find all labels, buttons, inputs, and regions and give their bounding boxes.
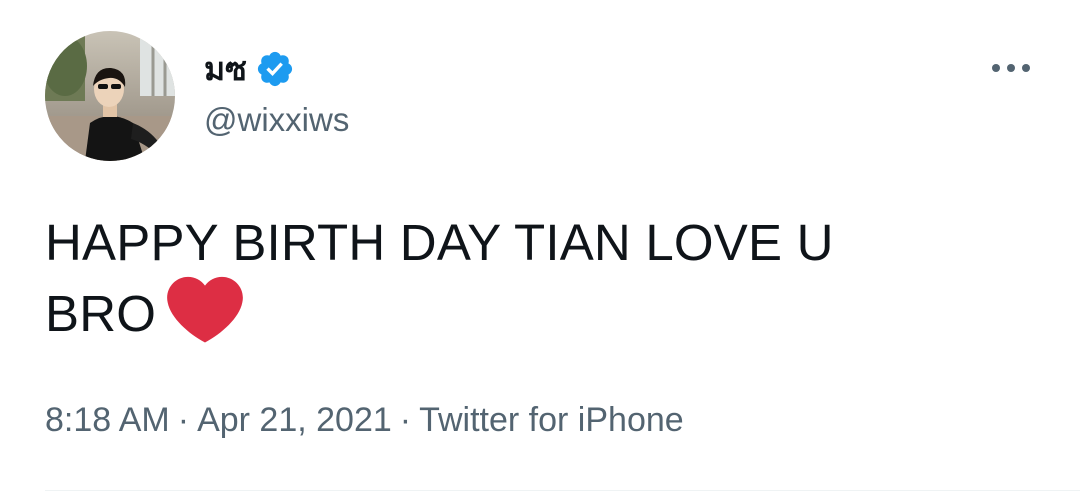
tweet-source[interactable]: Twitter for iPhone [419,401,684,439]
more-horizontal-icon [992,64,1030,72]
display-name[interactable]: มซ [204,46,247,92]
author-handle[interactable]: @wixxiws [204,98,349,142]
tweet-date[interactable]: Apr 21, 2021 [197,401,392,439]
tweet-meta: 8:18 AM · Apr 21, 2021 · Twitter for iPhone [45,397,684,443]
meta-separator: · [399,401,412,439]
red-heart-emoji-icon [167,276,243,343]
author-name-row[interactable]: มซ [204,46,295,92]
avatar[interactable] [45,31,175,161]
tweet-text-word: BRO [45,285,157,342]
verified-badge-icon [257,51,292,87]
avatar-image [45,31,175,161]
more-options-button[interactable] [983,48,1039,88]
tweet-text-line: BRO [45,275,1045,347]
tweet-text-line: HAPPY BIRTH DAY TIAN LOVE U [45,214,834,271]
meta-separator: · [177,401,190,439]
tweet-card: มซ @wixxiws HAPPY BIRTH DAY TIAN LOVE U … [0,0,1080,493]
tweet-time[interactable]: 8:18 AM [45,401,170,439]
tweet-text: HAPPY BIRTH DAY TIAN LOVE U BRO [45,210,1045,347]
divider [45,490,1080,491]
